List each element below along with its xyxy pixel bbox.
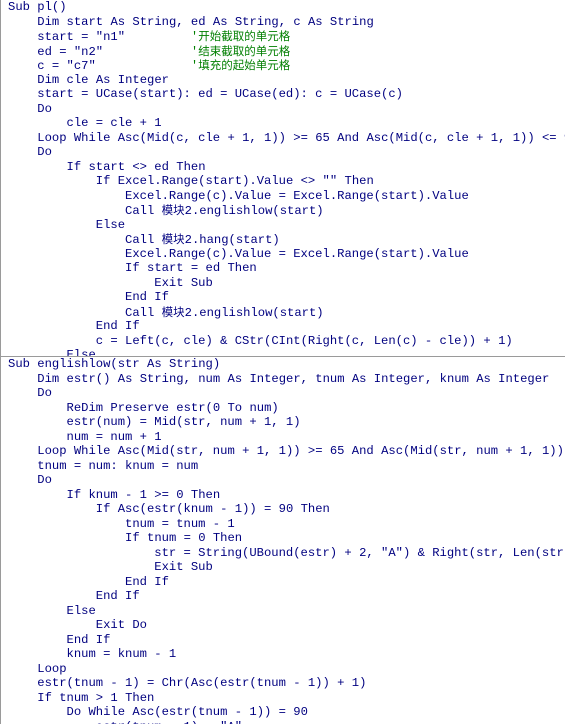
code-line: Do While Asc(estr(tnum - 1)) = 90 bbox=[66, 705, 308, 720]
code-line: If start <> ed Then bbox=[66, 159, 206, 174]
procedure-pane-pl[interactable]: Sub pl() Dim start As String, ed As Stri… bbox=[0, 0, 565, 356]
code-line: tnum = num: knum = num bbox=[37, 458, 199, 473]
code-line: If Asc(estr(knum - 1)) = 90 Then bbox=[95, 502, 330, 517]
code-line: Call 模块2.englishlow(start) bbox=[125, 304, 324, 320]
code-line: If tnum > 1 Then bbox=[37, 690, 155, 705]
code-line: If knum - 1 >= 0 Then bbox=[66, 487, 221, 502]
code-line: Loop bbox=[37, 661, 67, 676]
code-line: Exit Sub bbox=[154, 275, 213, 290]
code-line: Excel.Range(c).Value = Excel.Range(start… bbox=[125, 246, 469, 261]
code-line: knum = knum - 1 bbox=[66, 647, 177, 662]
code-line: End If bbox=[125, 290, 169, 305]
code-line: Loop While Asc(Mid(str, num + 1, 1)) >= … bbox=[37, 444, 564, 459]
code-line: estr(num) = Mid(str, num + 1, 1) bbox=[66, 415, 301, 430]
code-line: Dim estr() As String, num As Integer, tn… bbox=[37, 371, 550, 386]
vba-code-editor-window: Sub pl() Dim start As String, ed As Stri… bbox=[0, 0, 565, 724]
code-line: estr(tnum - 1) = Chr(Asc(estr(tnum - 1))… bbox=[37, 676, 367, 691]
code-line: Call 模块2.hang(start) bbox=[125, 232, 280, 248]
code-line: Exit Do bbox=[95, 618, 147, 633]
code-line: str = String(UBound(estr) + 2, "A") & Ri… bbox=[154, 545, 565, 560]
code-line: Exit Sub bbox=[154, 560, 213, 575]
code-line: Loop While Asc(Mid(c, cle + 1, 1)) >= 65… bbox=[37, 130, 565, 145]
code-line: Sub pl() bbox=[8, 0, 67, 14]
code-line: If tnum = 0 Then bbox=[125, 531, 243, 546]
code-line: start = UCase(start): ed = UCase(ed): c … bbox=[37, 87, 403, 102]
code-line: End If bbox=[66, 632, 111, 647]
code-line: Else bbox=[66, 603, 96, 618]
code-line: Call 模块2.englishlow(start) bbox=[125, 203, 324, 219]
code-line: Do bbox=[37, 145, 52, 160]
code-line: c = Left(c, cle) & CStr(CInt(Right(c, Le… bbox=[95, 333, 513, 348]
code-line: Excel.Range(c).Value = Excel.Range(start… bbox=[125, 188, 469, 203]
code-line: End If bbox=[95, 589, 140, 604]
code-line: Sub englishlow(str As String) bbox=[8, 357, 221, 371]
code-line: Do bbox=[37, 101, 52, 116]
code-line: Else bbox=[95, 217, 126, 232]
code-line: End If bbox=[125, 574, 169, 589]
code-line: ReDim Preserve estr(0 To num) bbox=[66, 400, 279, 415]
code-line: estr(tnum - 1) = "A" bbox=[1, 720, 565, 724]
code-line: End If bbox=[95, 319, 140, 334]
code-line: Do bbox=[37, 386, 52, 401]
code-line: If start = ed Then bbox=[125, 261, 257, 276]
procedure-pane-englishlow[interactable]: Sub englishlow(str As String) Dim estr()… bbox=[0, 357, 565, 724]
code-line: Else bbox=[66, 348, 96, 356]
code-line: ed = "n2" '结束截取的单元格 bbox=[37, 43, 291, 59]
code-line: cle = cle + 1 bbox=[66, 116, 162, 131]
code-line: Do bbox=[37, 473, 52, 488]
code-line: tnum = tnum - 1 bbox=[125, 516, 235, 531]
code-line: If Excel.Range(start).Value <> "" Then bbox=[95, 174, 374, 189]
code-line: c = "c7" '填充的起始单元格 bbox=[37, 58, 291, 74]
code-line: Dim start As String, ed As String, c As … bbox=[37, 14, 374, 29]
code-line: Dim cle As Integer bbox=[37, 72, 169, 87]
code-line: start = "n1" '开始截取的单元格 bbox=[37, 29, 291, 45]
code-line: num = num + 1 bbox=[66, 429, 162, 444]
